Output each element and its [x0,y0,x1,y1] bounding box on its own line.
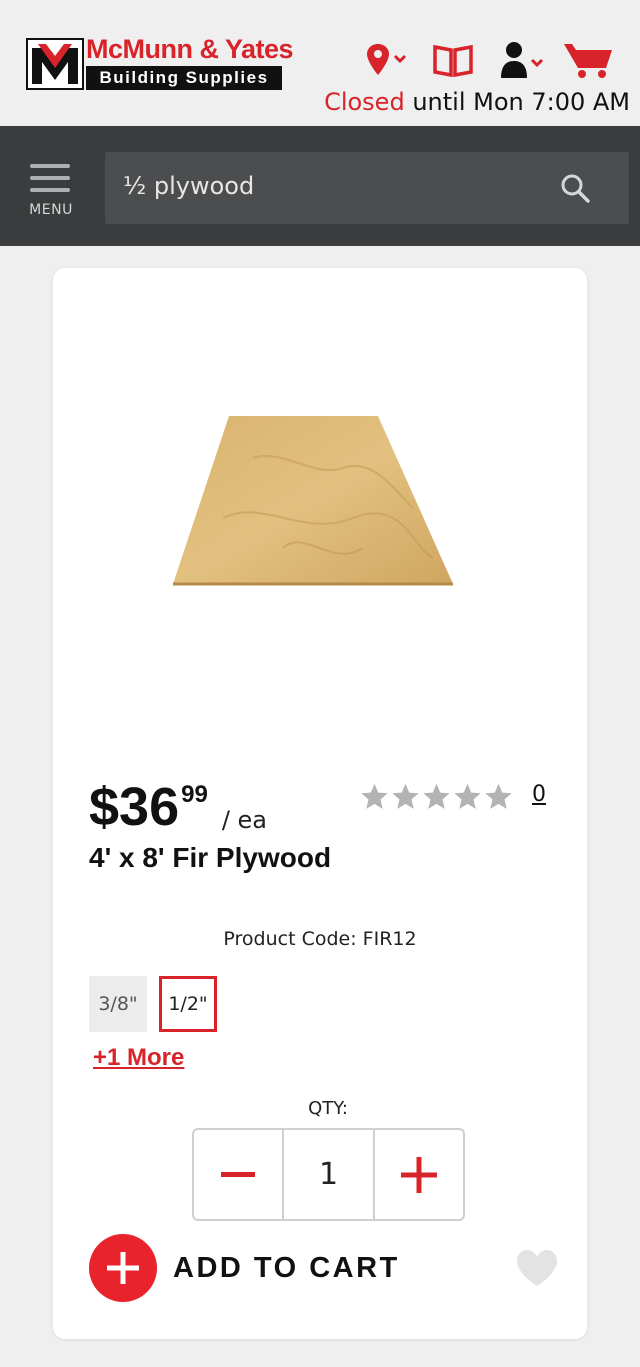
price-unit: / ea [221,806,267,834]
menu-button[interactable]: MENU [20,156,82,222]
status-closed: Closed [324,88,405,116]
star-rating [359,782,514,812]
more-variants-link[interactable]: +1 More [93,1044,184,1072]
star-icon [423,783,450,809]
star-icon [485,783,512,809]
wishlist-heart-icon[interactable] [515,1248,559,1288]
size-variants: 3/8" 1/2" [89,976,217,1032]
cart-button[interactable] [562,40,614,80]
search-query: ½ plywood [123,172,255,200]
star-icon [454,783,481,809]
product-price: $36 99 / ea [89,780,267,834]
variant-3-8[interactable]: 3/8" [89,976,147,1032]
variant-1-2[interactable]: 1/2" [159,976,217,1032]
cart-icon [564,44,612,78]
add-to-cart-label: ADD TO CART [173,1251,400,1284]
logo-tagline: Building Supplies [86,66,282,90]
catalog-book-icon [433,44,473,78]
product-title[interactable]: 4' x 8' Fir Plywood [89,842,331,874]
store-logo[interactable]: McMunn & Yates Building Supplies [26,34,294,90]
decrease-qty-button[interactable] [194,1130,282,1219]
logo-mark-icon [26,38,84,90]
quantity-value[interactable]: 1 [282,1130,375,1219]
product-code: Product Code: FIR12 [223,928,417,950]
location-button[interactable] [364,40,410,80]
hamburger-icon [30,164,70,168]
price-cents: 99 [181,781,208,808]
product-image[interactable] [163,398,463,598]
star-icon [361,783,388,809]
increase-qty-button[interactable] [375,1130,463,1219]
product-card: $36 99 / ea 0 4' x 8' Fir Plywood Produc… [53,268,587,1339]
location-icon [367,44,407,75]
minus-icon [221,1171,256,1177]
search-icon[interactable] [559,172,591,204]
qty-label: QTY: [308,1098,348,1119]
account-icon [501,42,544,78]
search-bar-region: MENU ½ plywood [0,126,640,246]
store-hours-status[interactable]: Closed until Mon 7:00 AM [324,88,630,116]
star-icon [392,783,419,809]
site-header: McMunn & Yates Building Supplies Closed … [0,0,640,126]
search-input[interactable]: ½ plywood [105,152,629,224]
logo-name: McMunn & Yates [86,34,294,64]
review-count-link[interactable]: 0 [532,782,546,807]
status-until: until Mon 7:00 AM [404,88,630,116]
plus-icon [400,1156,437,1193]
product-rating[interactable]: 0 [359,782,546,812]
menu-label: MENU [29,202,73,218]
add-to-cart-plus-icon [89,1234,157,1302]
add-to-cart-button[interactable]: ADD TO CART [89,1234,400,1302]
quantity-stepper: 1 [192,1128,465,1221]
price-dollars: $36 [89,777,180,837]
catalog-button[interactable] [432,40,474,80]
account-button[interactable] [500,40,550,80]
